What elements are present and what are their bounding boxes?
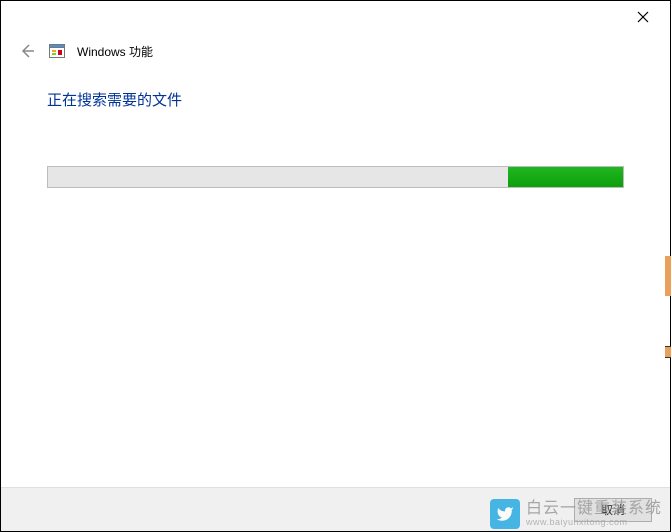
close-icon: [637, 11, 649, 23]
back-arrow-icon: [19, 43, 35, 59]
app-icon: [49, 43, 65, 59]
progress-fill: [508, 167, 623, 187]
side-accent: [665, 256, 671, 296]
close-button[interactable]: [628, 2, 658, 32]
status-message: 正在搜索需要的文件: [47, 89, 624, 110]
header-row: Windows 功能: [1, 33, 670, 61]
progress-bar: [47, 166, 624, 188]
dialog-window: Windows 功能 正在搜索需要的文件 取消 白云一键重装系统 www.bai…: [0, 0, 671, 532]
side-accent: [665, 346, 671, 358]
content-area: 正在搜索需要的文件: [1, 61, 670, 188]
footer: 取消: [1, 487, 670, 531]
back-button: [17, 41, 37, 61]
cancel-button[interactable]: 取消: [574, 498, 652, 522]
window-title: Windows 功能: [77, 43, 153, 60]
titlebar: [1, 1, 670, 33]
